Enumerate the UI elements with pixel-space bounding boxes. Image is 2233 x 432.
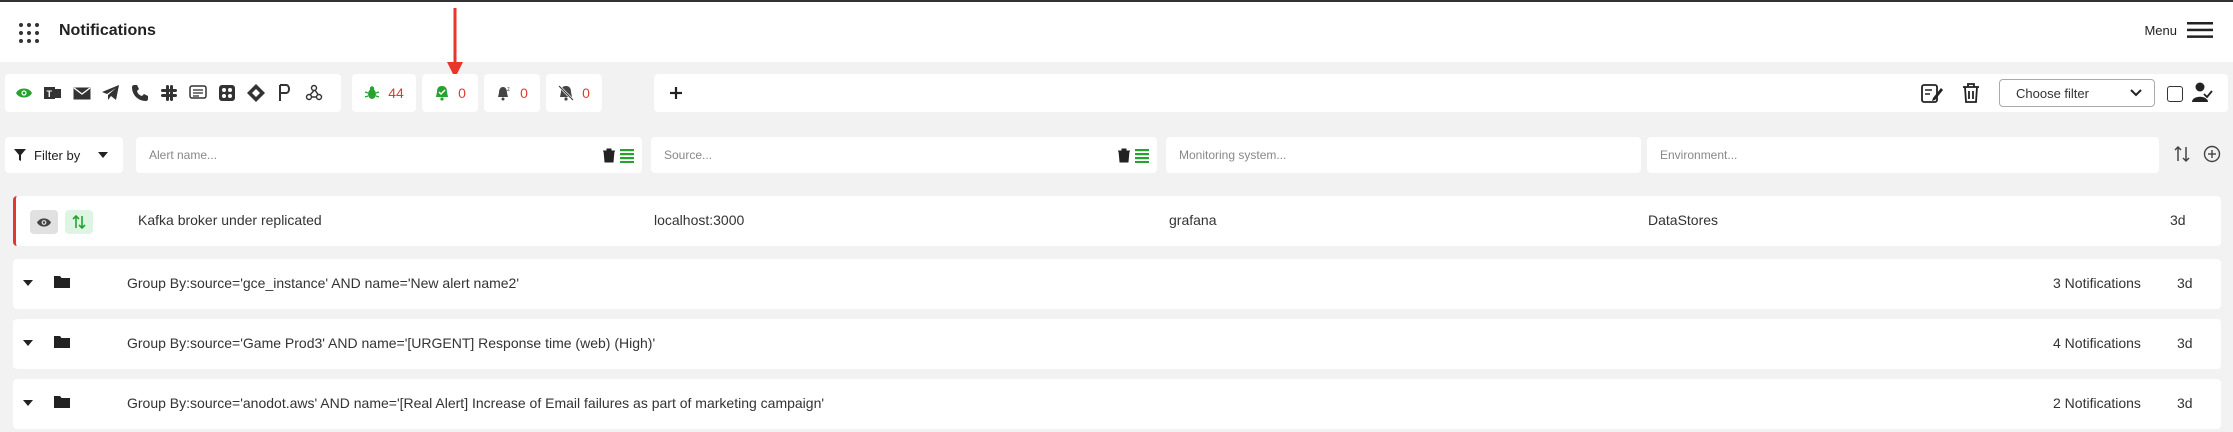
environment-placeholder: Environment... [1660, 148, 1738, 162]
bell-snooze-icon: z [498, 87, 510, 101]
source-filter[interactable]: Source... [651, 137, 1157, 173]
muted-count: 0 [582, 85, 590, 101]
filter-by-label: Filter by [34, 147, 81, 163]
teams-icon[interactable]: T [43, 83, 63, 103]
menu-label: Menu [2144, 22, 2177, 38]
list-icon[interactable] [1135, 148, 1149, 163]
choose-filter-select[interactable]: Choose filter [1999, 79, 2155, 107]
folder-icon [54, 396, 70, 408]
snoozed-alerts-counter[interactable]: z 0 [484, 74, 540, 112]
alert-source: localhost:3000 [654, 212, 745, 228]
acknowledged-alerts-counter[interactable]: 0 [422, 74, 478, 112]
trash-icon[interactable] [1117, 148, 1131, 163]
muted-alerts-counter[interactable]: 0 [546, 74, 602, 112]
top-bar: Notifications Menu [0, 2, 2233, 62]
folder-icon [54, 276, 70, 288]
select-all-checkbox[interactable] [2167, 86, 2183, 102]
svg-text:T: T [47, 89, 53, 99]
list-icon[interactable] [620, 148, 634, 163]
snoozed-count: 0 [520, 85, 528, 101]
caret-down-icon [98, 152, 109, 158]
expand-caret-icon[interactable] [23, 400, 33, 406]
view-alert-button[interactable] [30, 210, 58, 234]
preset-toolbar: Choose filter [654, 74, 2228, 112]
monitoring-system-filter[interactable]: Monitoring system... [1166, 137, 1641, 173]
phone-icon[interactable] [130, 83, 150, 103]
page-title: Notifications [59, 22, 156, 39]
trash-icon[interactable] [602, 148, 616, 163]
filter-by-dropdown[interactable]: Filter by [5, 137, 123, 173]
channel-toolbar: T [5, 74, 341, 112]
bug-icon [364, 86, 380, 99]
bell-off-icon [558, 85, 574, 101]
group-row[interactable]: Group By:source='Game Prod3' AND name='[… [13, 319, 2221, 369]
mail-icon[interactable] [72, 83, 92, 103]
alert-environment: DataStores [1648, 212, 1719, 228]
other-webhook-icon[interactable] [304, 83, 324, 103]
slack-icon[interactable] [159, 83, 179, 103]
group-count: 3 Notifications [2053, 275, 2141, 291]
eye-icon[interactable] [14, 83, 34, 103]
add-preset-icon[interactable] [666, 83, 686, 103]
user-check-icon[interactable] [2191, 81, 2213, 103]
hamburger-icon [2187, 22, 2213, 38]
group-age: 3d [2177, 395, 2193, 411]
sms-icon[interactable] [188, 83, 208, 103]
chevron-down-icon [2130, 89, 2142, 97]
edit-filter-icon[interactable] [1920, 82, 1944, 104]
environment-filter[interactable]: Environment... [1647, 137, 2159, 173]
eye-icon [37, 217, 51, 227]
alert-monitoring-system: grafana [1169, 212, 1217, 228]
folder-icon [54, 336, 70, 348]
add-column-icon[interactable] [2203, 145, 2221, 163]
alert-row[interactable]: Kafka broker under replicated localhost:… [13, 196, 2221, 246]
annotation-arrow-icon [447, 8, 463, 78]
alert-name-filter[interactable]: Alert name... [136, 137, 642, 173]
menu-button[interactable]: Menu [2144, 22, 2213, 38]
group-label: Group By:source='Game Prod3' AND name='[… [127, 335, 656, 351]
alert-sort-button[interactable] [65, 210, 93, 234]
group-row[interactable]: Group By:source='anodot.aws' AND name='[… [13, 379, 2221, 429]
group-label: Group By:source='anodot.aws' AND name='[… [127, 395, 825, 411]
funnel-icon [14, 149, 26, 161]
active-alerts-counter[interactable]: 44 [352, 74, 416, 112]
alert-name: Kafka broker under replicated [138, 212, 322, 228]
active-count: 44 [388, 85, 404, 101]
jira-icon[interactable] [246, 83, 266, 103]
group-age: 3d [2177, 335, 2193, 351]
group-label: Group By:source='gce_instance' AND name=… [127, 275, 520, 291]
sort-icon[interactable] [2174, 145, 2190, 163]
source-placeholder: Source... [664, 148, 713, 162]
expand-caret-icon[interactable] [23, 340, 33, 346]
alert-age: 3d [2170, 212, 2186, 228]
arrows-up-down-icon [72, 215, 86, 229]
choose-filter-label: Choose filter [2016, 85, 2089, 101]
expand-caret-icon[interactable] [23, 280, 33, 286]
bell-check-icon [436, 86, 449, 101]
webhook-icon[interactable] [217, 83, 237, 103]
monitoring-placeholder: Monitoring system... [1179, 148, 1287, 162]
alert-name-placeholder: Alert name... [149, 148, 218, 162]
acknowledged-count: 0 [458, 85, 466, 101]
group-age: 3d [2177, 275, 2193, 291]
group-row[interactable]: Group By:source='gce_instance' AND name=… [13, 259, 2221, 309]
group-count: 4 Notifications [2053, 335, 2141, 351]
group-count: 2 Notifications [2053, 395, 2141, 411]
pagerduty-icon[interactable] [275, 83, 295, 103]
delete-filter-icon[interactable] [1961, 82, 1981, 104]
telegram-icon[interactable] [101, 83, 121, 103]
apps-grid-icon[interactable] [18, 22, 40, 44]
svg-text:z: z [507, 87, 510, 93]
